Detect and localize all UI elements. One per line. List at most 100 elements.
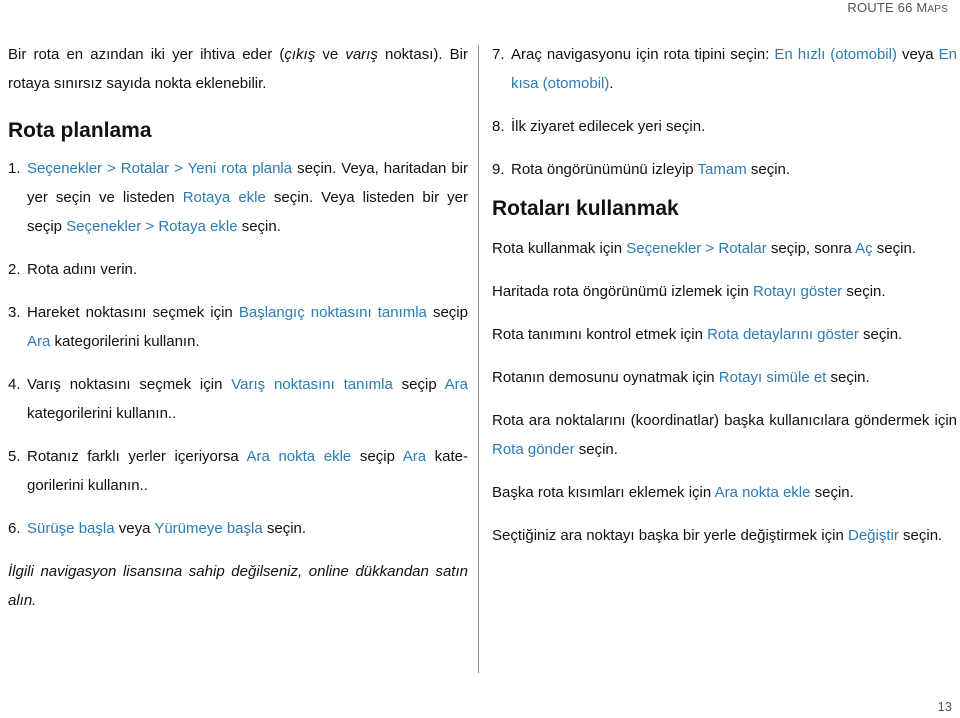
body-text: Rota kullanmak için [492, 240, 627, 257]
body-text: seçin. [237, 218, 281, 235]
body-text: seçip [392, 376, 445, 393]
menu-path-link[interactable]: Ara [27, 333, 50, 350]
body-text: Araç navigasyonu için rota tipini seçin: [511, 46, 775, 63]
body-text: seçin. [858, 326, 903, 343]
step-number: 7. [492, 46, 505, 63]
body-text: . [609, 75, 614, 92]
step-text: Seçenekler > Rotalar > Yeni rota planla … [27, 154, 468, 241]
step-text: Hareket noktasını seçmek için Başlangıç … [27, 298, 468, 356]
step-number: 1. [8, 160, 21, 177]
instruction-paragraph: Haritada rota öngörünümü izlemek için Ro… [492, 277, 957, 306]
menu-path-link[interactable]: Rotayı simüle et [719, 369, 827, 386]
menu-path-link[interactable]: Seçenekler > Rotaya ekle [66, 218, 237, 235]
body-text: kategorilerini kullanın.. [27, 405, 177, 422]
body-text: seçin. [872, 240, 916, 257]
step-item: 6. Sürüşe başla veya Yürümeye başla seçin… [8, 514, 468, 543]
section-heading-route-planning: Rota planlama [8, 119, 152, 142]
step-text: Varış noktasını seçmek için Varış noktas… [27, 370, 468, 428]
step-text: Araç navigasyonu için rota tipini seçin:… [511, 40, 957, 98]
body-text: seçin. [898, 527, 943, 544]
step-item: 1. Seçenekler > Rotalar > Yeni rota planl… [8, 154, 468, 241]
step-item: 4. Varış noktasını seçmek için Varış nokt… [8, 370, 468, 428]
using-routes-paragraphs: Rota kullanmak için Seçenekler > Rotalar… [492, 234, 957, 550]
menu-path-link[interactable]: Değiştir [848, 527, 899, 544]
menu-path-link[interactable]: Ara [445, 376, 468, 393]
menu-path-link[interactable]: Seçenekler > Rotalar [626, 240, 767, 257]
step-text: Rota adını verin. [27, 255, 468, 284]
step-item: 9. Rota öngörünümünü izleyip Tamam seçin. [492, 155, 957, 184]
license-note: İlgili navigasyon lisansına sahip değils… [8, 563, 468, 609]
instruction-paragraph: Rota tanımını kontrol etmek için Rota de… [492, 320, 957, 349]
body-text: Haritada rota öngörünümü izlemek için [492, 283, 753, 300]
body-text: seçin. [810, 484, 854, 501]
menu-path-link[interactable]: Tamam [698, 161, 747, 178]
body-text: seçin. [746, 161, 791, 178]
intro-text: Bir rota en azından iki yer ihtiva eder … [8, 46, 285, 63]
body-text: seçip, sonra [766, 240, 856, 257]
section-heading-using-routes: Rotaları kullanmak [492, 197, 679, 220]
body-text: Rota tanımını kontrol etmek için [492, 326, 708, 343]
right-column: 7. Araç navigasyonu için rota tipini seçi… [492, 40, 957, 550]
step-number: 9. [492, 161, 505, 178]
step-text: Rotanız farklı yerler içeriyorsa Ara nok… [27, 442, 468, 500]
column-divider [478, 45, 479, 673]
manual-title-main: ROUTE 66 M [847, 0, 928, 15]
menu-path-link[interactable]: Yürümeye başla [154, 520, 262, 537]
instruction-paragraph: Rota ara noktalarını (koordinatlar) başk… [492, 406, 957, 464]
body-text: kategorilerini kullanın. [50, 333, 200, 350]
instruction-paragraph: Rotanın demosunu oynatmak için Rotayı si… [492, 363, 957, 392]
step-number: 6. [8, 520, 21, 537]
menu-path-link[interactable]: Rotaya ekle [183, 189, 266, 206]
menu-path-link[interactable]: Aç [855, 240, 873, 257]
menu-path-link[interactable]: Rota gönder [492, 441, 575, 458]
instruction-paragraph: Seçtiğiniz ara noktayı başka bir yerle d… [492, 521, 957, 550]
body-text: seçin. [826, 369, 870, 386]
step-text: Sürüşe başla veya Yürümeye başla seçin. [27, 514, 468, 543]
body-text: seçin. [842, 283, 886, 300]
instruction-paragraph: Rota kullanmak için Seçenekler > Rotalar… [492, 234, 957, 263]
step-item: 7. Araç navigasyonu için rota tipini seçi… [492, 40, 957, 98]
body-text: Rota adını verin. [27, 261, 138, 278]
menu-path-link[interactable]: En hızlı (otomobil) [774, 46, 897, 63]
step-number: 8. [492, 118, 505, 135]
body-text: Rotanız farklı yerler içeriyorsa [27, 448, 247, 465]
intro-text: ve [315, 46, 346, 63]
step-text: İlk ziyaret edilecek yeri seçin. [511, 112, 957, 141]
body-text: seçip [351, 448, 403, 465]
menu-path-link[interactable]: Seçenekler > Rotalar > Yeni rota planla [27, 160, 292, 177]
body-text: Rota öngörünümünü izleyip [511, 161, 698, 178]
menu-path-link[interactable]: Varış noktasını tanımla [231, 376, 393, 393]
body-text: Rota ara noktalarını (koordinatlar) başk… [492, 412, 957, 429]
step-item: 2. Rota adını verin. [8, 255, 468, 284]
step-number: 4. [8, 376, 21, 393]
body-text: Başka rota kısımları eklemek için [492, 484, 715, 501]
body-text: seçin. [574, 441, 618, 458]
manual-title-smallcaps: APS [927, 4, 948, 15]
menu-path-link[interactable]: Rota detaylarını göster [707, 326, 859, 343]
route-planning-steps-continued: 7. Araç navigasyonu için rota tipini seçi… [492, 40, 957, 184]
menu-path-link[interactable]: Ara [403, 448, 426, 465]
body-text: seçip [426, 304, 468, 321]
route-planning-steps: 1. Seçenekler > Rotalar > Yeni rota planl… [8, 154, 468, 543]
intro-paragraph: Bir rota en azından iki yer ihtiva eder … [8, 40, 468, 98]
page-number: 13 [937, 699, 952, 714]
menu-path-link[interactable]: Rotayı göster [753, 283, 842, 300]
menu-path-link[interactable]: Ara nokta ekle [247, 448, 352, 465]
step-number: 3. [8, 304, 21, 321]
intro-emphasis-start: çıkış [284, 46, 316, 63]
body-text: veya [896, 46, 939, 63]
menu-path-link[interactable]: Başlangıç noktasını tanımla [239, 304, 427, 321]
intro-emphasis-end: varış [345, 46, 378, 63]
body-text: seçin. [262, 520, 307, 537]
step-number: 2. [8, 261, 21, 278]
step-number: 5. [8, 448, 21, 465]
manual-title: ROUTE 66 MAPS [847, 0, 948, 15]
step-item: 8. İlk ziyaret edilecek yeri seçin. [492, 112, 957, 141]
body-text: veya [114, 520, 155, 537]
menu-path-link[interactable]: Sürüşe başla [27, 520, 115, 537]
body-text: İlk ziyaret edilecek yeri seçin. [511, 118, 706, 135]
body-text: Hareket noktasını seçmek için [27, 304, 239, 321]
menu-path-link[interactable]: Ara nokta ekle [715, 484, 811, 501]
body-text: Rotanın demosunu oynatmak için [492, 369, 719, 386]
step-item: 5. Rotanız farklı yerler içeriyorsa Ara n… [8, 442, 468, 500]
